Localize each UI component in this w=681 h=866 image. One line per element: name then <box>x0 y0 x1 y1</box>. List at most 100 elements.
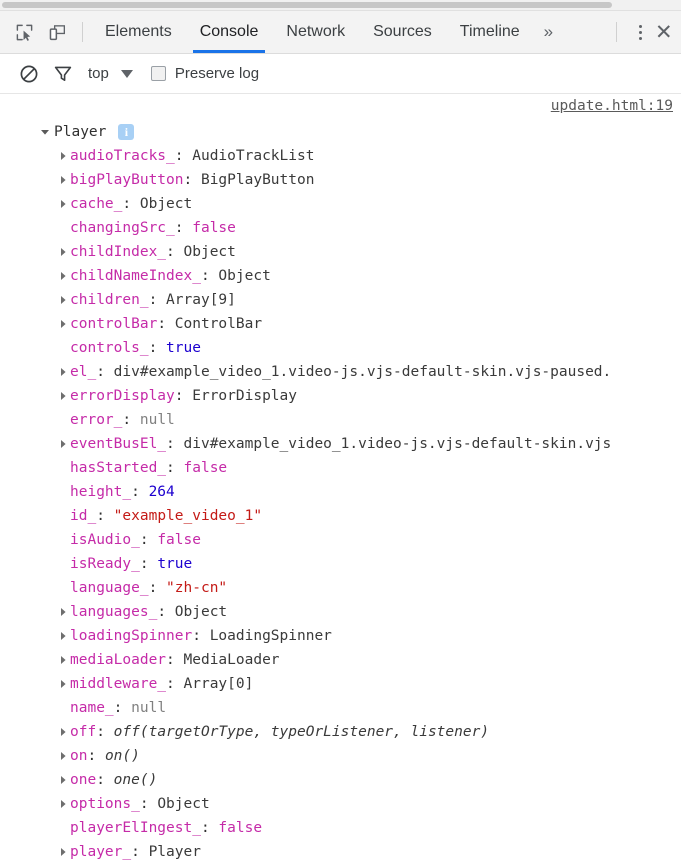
object-property-row[interactable]: off: off(targetOrType, typeOrListener, l… <box>0 720 681 744</box>
object-property-row[interactable]: childIndex_: Object <box>0 240 681 264</box>
source-link[interactable]: update.html:19 <box>551 98 673 114</box>
disclosure-triangle-collapsed-icon[interactable] <box>56 175 70 185</box>
object-property-row[interactable]: id_: "example_video_1" <box>0 504 681 528</box>
clear-console-icon[interactable] <box>12 57 46 91</box>
property-separator: : <box>122 196 140 212</box>
object-property-row[interactable]: height_: 264 <box>0 480 681 504</box>
property-separator: : <box>174 220 193 236</box>
disclosure-triangle-collapsed-icon[interactable] <box>56 727 70 737</box>
tab-label: Console <box>199 23 259 40</box>
disclosure-triangle-collapsed-icon[interactable] <box>56 775 70 785</box>
object-property-row[interactable]: cache_: Object <box>0 192 681 216</box>
property-name: eventBusEl_ <box>70 436 167 452</box>
property-value: true <box>157 556 193 572</box>
execution-context-dropdown[interactable]: top <box>88 65 133 82</box>
property-separator: : <box>174 388 193 404</box>
property-separator: : <box>200 820 219 836</box>
object-property-row[interactable]: childNameIndex_: Object <box>0 264 681 288</box>
property-separator: : <box>148 580 167 596</box>
chevron-down-icon[interactable] <box>120 69 133 78</box>
toolbar-divider-right <box>616 22 617 42</box>
preserve-log-checkbox[interactable] <box>150 66 166 81</box>
object-property-row[interactable]: changingSrc_: false <box>0 216 681 240</box>
dot <box>638 30 642 34</box>
object-property-row[interactable]: controls_: true <box>0 336 681 360</box>
disclosure-triangle-collapsed-icon[interactable] <box>56 439 70 449</box>
panel-tabs: Elements Console Network Sources Timelin… <box>91 11 608 53</box>
property-separator: : <box>96 364 114 380</box>
property-separator: : <box>131 844 149 860</box>
tab-sources[interactable]: Sources <box>359 11 446 53</box>
more-tabs-icon[interactable]: » <box>534 11 563 53</box>
object-property-row[interactable]: isAudio_: false <box>0 528 681 552</box>
property-value: ControlBar <box>174 316 263 332</box>
more-options-icon[interactable] <box>625 11 655 53</box>
object-property-row[interactable]: eventBusEl_: div#example_video_1.video-j… <box>0 432 681 456</box>
more-tabs-label: » <box>543 22 554 41</box>
object-property-row[interactable]: options_: Object <box>0 792 681 816</box>
property-value: "zh-cn" <box>166 580 228 596</box>
info-badge-icon[interactable]: i <box>118 124 135 140</box>
object-property-row[interactable]: one: one() <box>0 768 681 792</box>
object-root-row[interactable]: Player i <box>0 120 681 144</box>
object-property-row[interactable]: el_: div#example_video_1.video-js.vjs-de… <box>0 360 681 384</box>
object-property-row[interactable]: playerElIngest_: false <box>0 816 681 840</box>
object-property-row[interactable]: on: on() <box>0 744 681 768</box>
tab-console[interactable]: Console <box>186 11 273 53</box>
object-property-row[interactable]: bigPlayButton: BigPlayButton <box>0 168 681 192</box>
disclosure-triangle-collapsed-icon[interactable] <box>56 199 70 209</box>
property-value: "example_video_1" <box>113 508 263 524</box>
property-name: one <box>70 772 97 788</box>
disclosure-triangle-collapsed-icon[interactable] <box>56 271 70 281</box>
object-property-row[interactable]: middleware_: Array[0] <box>0 672 681 696</box>
disclosure-triangle-collapsed-icon[interactable] <box>56 799 70 809</box>
property-name: controls_ <box>70 340 149 356</box>
filter-icon[interactable] <box>46 57 80 91</box>
object-property-row[interactable]: player_: Player <box>0 840 681 864</box>
tab-elements[interactable]: Elements <box>91 11 186 53</box>
object-property-row[interactable]: language_: "zh-cn" <box>0 576 681 600</box>
disclosure-triangle-collapsed-icon[interactable] <box>56 631 70 641</box>
inspect-element-icon[interactable] <box>8 11 41 53</box>
preserve-log-toggle[interactable]: Preserve log <box>150 65 259 82</box>
object-property-row[interactable]: errorDisplay: ErrorDisplay <box>0 384 681 408</box>
property-separator: : <box>139 796 158 812</box>
disclosure-triangle-collapsed-icon[interactable] <box>56 367 70 377</box>
object-property-row[interactable]: loadingSpinner: LoadingSpinner <box>0 624 681 648</box>
property-separator: : <box>96 508 114 524</box>
console-output[interactable]: update.html:19 Player i audioTracks_: Au… <box>0 94 681 866</box>
property-name: error_ <box>70 412 123 428</box>
disclosure-triangle-collapsed-icon[interactable] <box>56 247 70 257</box>
property-separator: : <box>157 604 175 620</box>
disclosure-triangle-collapsed-icon[interactable] <box>56 655 70 665</box>
close-label: ✕ <box>655 20 673 44</box>
object-property-row[interactable]: error_: null <box>0 408 681 432</box>
disclosure-triangle-collapsed-icon[interactable] <box>56 847 70 857</box>
property-name: childIndex_ <box>70 244 167 260</box>
disclosure-triangle-collapsed-icon[interactable] <box>56 151 70 161</box>
disclosure-triangle-collapsed-icon[interactable] <box>56 319 70 329</box>
horizontal-scrollbar[interactable] <box>0 0 681 11</box>
disclosure-triangle-collapsed-icon[interactable] <box>56 751 70 761</box>
disclosure-triangle-collapsed-icon[interactable] <box>56 391 70 401</box>
dot <box>638 36 642 40</box>
device-toolbar-icon[interactable] <box>41 11 74 53</box>
property-name: children_ <box>70 292 149 308</box>
tab-network[interactable]: Network <box>272 11 359 53</box>
object-property-row[interactable]: hasStarted_: false <box>0 456 681 480</box>
disclosure-triangle-expanded-icon[interactable] <box>38 127 52 137</box>
disclosure-triangle-collapsed-icon[interactable] <box>56 607 70 617</box>
property-value: one() <box>113 772 158 788</box>
object-property-row[interactable]: mediaLoader: MediaLoader <box>0 648 681 672</box>
tab-timeline[interactable]: Timeline <box>446 11 534 53</box>
object-property-row[interactable]: name_: null <box>0 696 681 720</box>
scrollbar-thumb[interactable] <box>2 2 612 8</box>
close-icon[interactable]: ✕ <box>655 11 681 53</box>
object-property-row[interactable]: languages_: Object <box>0 600 681 624</box>
object-property-row[interactable]: controlBar: ControlBar <box>0 312 681 336</box>
disclosure-triangle-collapsed-icon[interactable] <box>56 679 70 689</box>
disclosure-triangle-collapsed-icon[interactable] <box>56 295 70 305</box>
object-property-row[interactable]: isReady_: true <box>0 552 681 576</box>
object-property-row[interactable]: children_: Array[9] <box>0 288 681 312</box>
object-property-row[interactable]: audioTracks_: AudioTrackList <box>0 144 681 168</box>
